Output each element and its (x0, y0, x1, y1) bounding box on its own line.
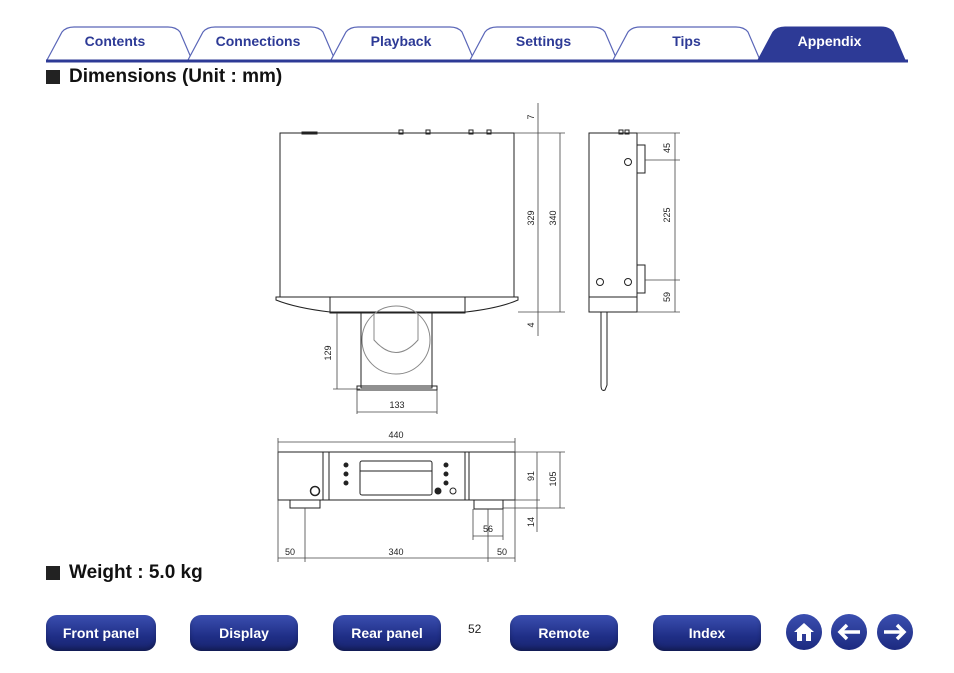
dim-label: 105 (548, 471, 558, 486)
dim-label: 7 (526, 114, 536, 119)
bullet-square-icon (46, 566, 60, 580)
power-knob (309, 485, 321, 497)
disc (361, 305, 431, 375)
dimension-lines (277, 103, 680, 562)
dim-label: 59 (662, 292, 672, 302)
dim-label: 14 (526, 517, 536, 527)
front-view (277, 451, 516, 510)
dim-label: 133 (389, 400, 404, 410)
back-button[interactable] (831, 614, 867, 650)
top-view (275, 129, 519, 391)
side-view (588, 129, 646, 391)
screw-icon (596, 278, 604, 286)
disc-tray (360, 312, 433, 389)
forward-button[interactable] (877, 614, 913, 650)
page-number: 52 (468, 622, 482, 636)
screw-icon (624, 158, 632, 166)
side-tray (600, 312, 608, 391)
home-icon (794, 623, 814, 641)
index-button[interactable]: Index (653, 615, 761, 651)
dim-label: 4 (526, 322, 536, 327)
dim-label: 91 (526, 471, 536, 481)
side-connector (636, 144, 646, 174)
dim-label: 50 (497, 547, 507, 557)
weight-title: Weight : 5.0 kg (69, 562, 203, 583)
arrow-left-icon (837, 623, 860, 641)
dim-label: 340 (388, 547, 403, 557)
dim-label: 340 (548, 210, 558, 225)
foot (473, 499, 504, 510)
weight-heading: Weight : 5.0 kg (46, 562, 203, 584)
display-button[interactable]: Display (190, 615, 298, 651)
top-knob (301, 131, 318, 135)
dim-label: 50 (285, 547, 295, 557)
foot (289, 499, 321, 509)
dim-label: 45 (662, 143, 672, 153)
front-panel-button[interactable]: Front panel (46, 615, 156, 651)
front-center-block (329, 296, 466, 314)
front-panel-curve (275, 296, 519, 313)
rear-panel-button[interactable]: Rear panel (333, 615, 441, 651)
dim-label: 56 (483, 524, 493, 534)
side-connector (636, 264, 646, 294)
dim-label: 329 (526, 210, 536, 225)
top-view-body (279, 132, 515, 298)
tray-clamp (373, 313, 419, 353)
dim-label: 129 (323, 345, 333, 360)
screw-icon (624, 278, 632, 286)
home-button[interactable] (786, 614, 822, 650)
remote-button[interactable]: Remote (510, 615, 618, 651)
dim-label: 440 (388, 430, 403, 440)
arrow-right-icon (884, 623, 907, 641)
front-view-body (277, 451, 516, 501)
dim-label: 225 (662, 207, 672, 222)
front-display (359, 460, 433, 496)
